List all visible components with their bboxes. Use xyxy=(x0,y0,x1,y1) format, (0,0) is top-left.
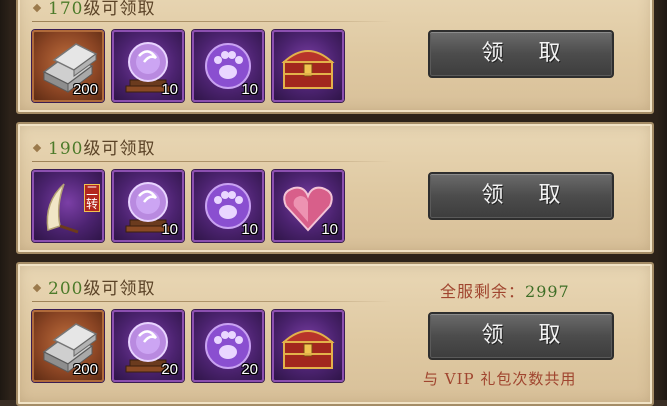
item-slot[interactable] xyxy=(272,310,344,382)
item-slot[interactable]: 20 xyxy=(112,310,184,382)
diamond-bullet-icon xyxy=(32,3,42,12)
divider xyxy=(32,301,392,302)
item-slot[interactable]: 200 xyxy=(32,30,104,102)
item-slot[interactable]: 20 xyxy=(192,310,264,382)
item-slot[interactable]: 10 xyxy=(112,170,184,242)
item-count: 20 xyxy=(161,361,178,378)
item-slot[interactable]: 10 xyxy=(192,30,264,102)
treasure-chest-icon xyxy=(283,330,333,369)
claim-label: 领 取 xyxy=(481,183,575,208)
tier-suffix: 级可领取 xyxy=(83,0,156,19)
second-transfer-badge: 二转 xyxy=(84,184,100,212)
item-count: 10 xyxy=(241,221,258,238)
item-count: 200 xyxy=(72,361,98,378)
reward-tier-170: 170级可领取 200 10 10 领 取 xyxy=(16,0,654,114)
item-count: 20 xyxy=(241,361,258,378)
item-slot[interactable] xyxy=(272,30,344,102)
diamond-bullet-icon xyxy=(32,283,42,292)
tier-title: 200级可领取 xyxy=(32,274,156,299)
reward-tier-190: 190级可领取 二转 10 10 10 领 取 xyxy=(16,122,654,254)
item-count: 10 xyxy=(161,221,178,238)
item-count: 10 xyxy=(161,81,178,98)
reward-tier-200: 200级可领取 全服剩余：2997 200 20 20 领 取 与 VIP 礼包… xyxy=(16,262,654,406)
item-slot[interactable]: 10 xyxy=(272,170,344,242)
item-count: 200 xyxy=(72,81,98,98)
divider xyxy=(32,21,392,22)
claim-button[interactable]: 领 取 xyxy=(428,30,614,78)
item-count: 10 xyxy=(321,221,338,238)
claim-button[interactable]: 领 取 xyxy=(428,172,614,220)
tier-title: 170级可领取 xyxy=(32,0,156,19)
vip-shared-note: 与 VIP 礼包次数共用 xyxy=(423,370,577,388)
tier-level: 200 xyxy=(48,279,84,299)
item-slot[interactable]: 10 xyxy=(192,170,264,242)
claim-label: 领 取 xyxy=(481,41,575,66)
divider xyxy=(32,161,392,162)
item-slot[interactable]: 200 xyxy=(32,310,104,382)
claim-button[interactable]: 领 取 xyxy=(428,312,614,360)
claim-label: 领 取 xyxy=(481,323,575,348)
item-count: 10 xyxy=(241,81,258,98)
tier-suffix: 级可领取 xyxy=(83,279,156,299)
item-slot[interactable]: 二转 xyxy=(32,170,104,242)
remaining-count: 2997 xyxy=(525,282,570,301)
item-slot[interactable]: 10 xyxy=(112,30,184,102)
tier-title: 190级可领取 xyxy=(32,134,156,159)
tier-level: 170 xyxy=(48,0,84,19)
server-remaining: 全服剩余：2997 xyxy=(440,278,570,302)
treasure-chest-icon xyxy=(283,50,333,89)
reward-list: 170级可领取 200 10 10 领 取 190级可领取 二转 10 10 1… xyxy=(0,0,667,406)
tier-level: 190 xyxy=(48,139,84,159)
tier-suffix: 级可领取 xyxy=(83,139,156,159)
diamond-bullet-icon xyxy=(32,143,42,152)
remaining-label: 全服剩余： xyxy=(440,282,526,301)
